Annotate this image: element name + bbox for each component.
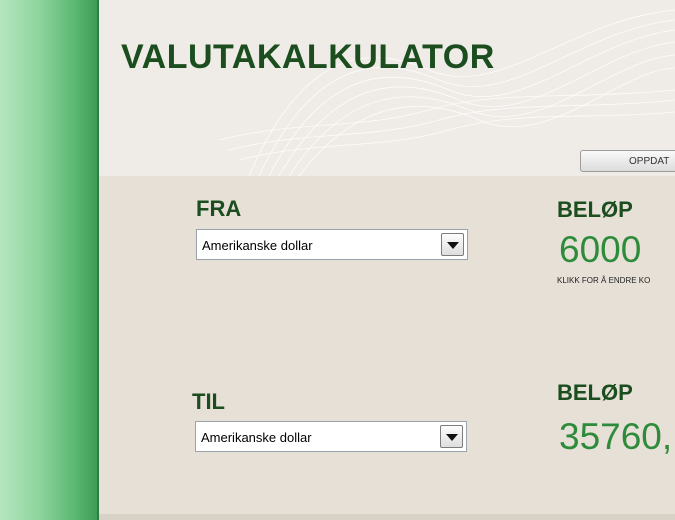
- from-currency-select[interactable]: Amerikanske dollar: [196, 229, 468, 260]
- from-amount-value[interactable]: 6000: [559, 229, 641, 271]
- chevron-down-icon[interactable]: [440, 425, 463, 448]
- to-heading: TIL: [192, 389, 225, 414]
- green-sidebar: [0, 0, 99, 520]
- bottom-border: [99, 514, 675, 520]
- change-amount-hint: KLIKK FOR Å ENDRE KO: [557, 276, 651, 285]
- to-currency-value: Amerikanske dollar: [201, 430, 312, 445]
- from-currency-value: Amerikanske dollar: [202, 238, 313, 253]
- to-currency-select[interactable]: Amerikanske dollar: [195, 421, 467, 452]
- from-heading: FRA: [196, 196, 242, 221]
- to-amount-value: 35760,: [559, 416, 673, 457]
- from-amount-heading: BELØP: [557, 197, 633, 222]
- page-title: VALUTAKALKULATOR: [121, 38, 495, 76]
- header-area: VALUTAKALKULATOR OPPDAT: [99, 0, 675, 176]
- update-button[interactable]: OPPDAT: [580, 150, 675, 172]
- to-amount-heading: BELØP: [557, 380, 633, 405]
- chevron-down-icon[interactable]: [441, 233, 464, 256]
